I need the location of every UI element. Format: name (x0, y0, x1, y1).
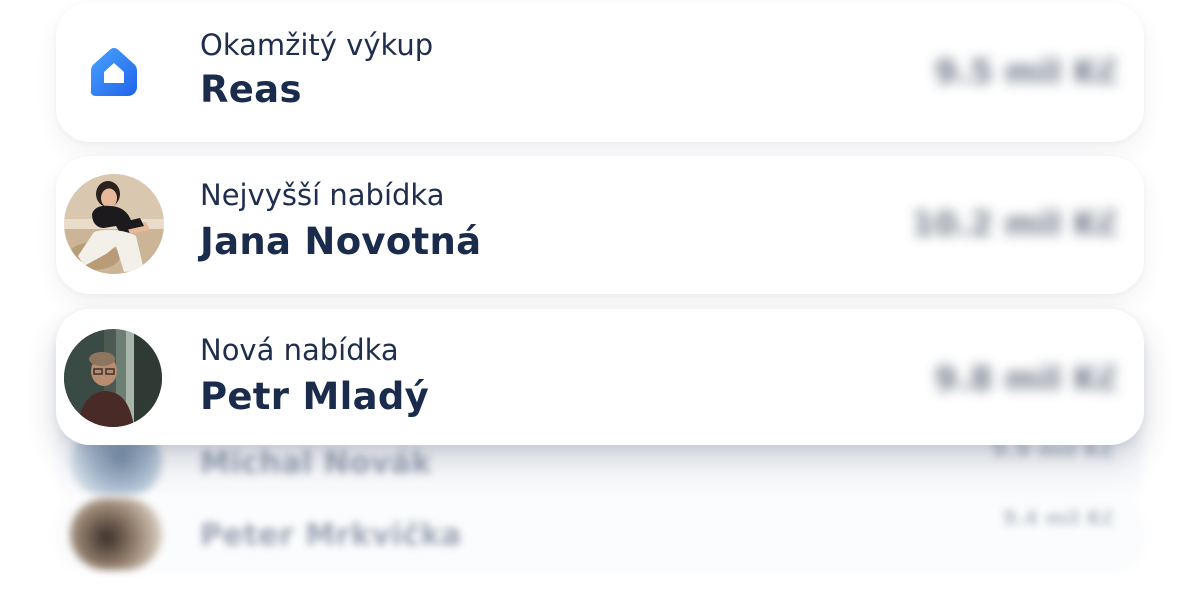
offer-type-label: Nová nabídka (200, 333, 399, 367)
offer-name: Petr Mladý (200, 375, 430, 418)
blurred-offer-row: Peter Mrkvička 9.4 mil Kč (56, 496, 1144, 572)
offer-type-label: Nejvyšší nabídka (200, 178, 445, 212)
offer-price: 9.8 mil Kč (934, 359, 1118, 398)
offer-name: Reas (200, 68, 302, 111)
offers-panel: Michal Novák 9.9 mil Kč Peter Mrkvička 9… (0, 0, 1200, 596)
house-icon (90, 48, 137, 96)
offer-card-petr-mlady[interactable]: Nová nabídka Petr Mladý 9.8 mil Kč (56, 309, 1144, 445)
offer-card-reas[interactable]: Okamžitý výkup Reas 9.5 mil Kč (56, 2, 1144, 142)
offer-name: Peter Mrkvička (200, 518, 462, 553)
offer-name: Jana Novotná (200, 220, 482, 263)
avatar (70, 498, 162, 570)
avatar (64, 174, 164, 274)
reas-logo-icon (64, 22, 164, 122)
person-photo-icon (64, 174, 164, 274)
offer-type-label: Okamžitý výkup (200, 28, 434, 62)
offer-name: Michal Novák (200, 446, 432, 481)
person-photo-icon (64, 329, 162, 427)
offer-price: 9.5 mil Kč (934, 52, 1118, 91)
offer-card-jana-novotna[interactable]: Nejvyšší nabídka Jana Novotná 10.2 mil K… (56, 156, 1144, 294)
offer-price: 9.4 mil Kč (1002, 506, 1114, 530)
offer-price: 10.2 mil Kč (911, 204, 1118, 243)
avatar (64, 329, 162, 427)
